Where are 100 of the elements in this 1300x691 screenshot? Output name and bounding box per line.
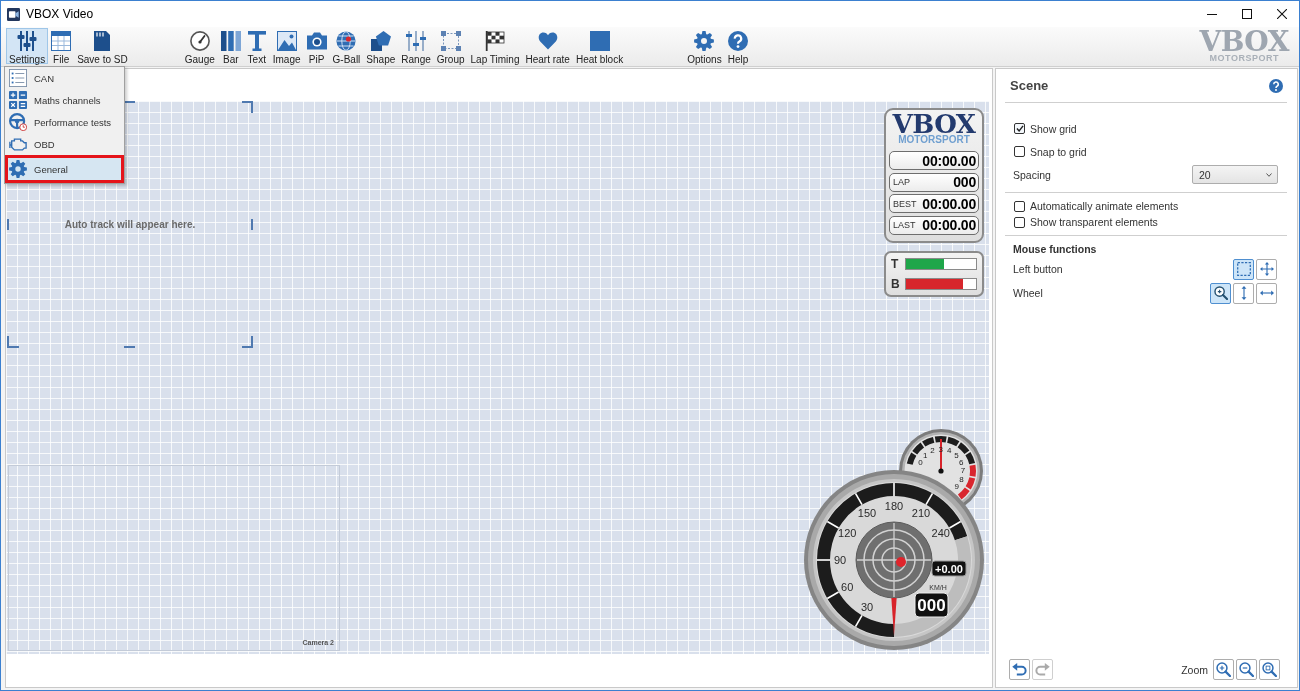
zoom-out-button[interactable] (1236, 659, 1257, 680)
checkbox[interactable] (1014, 216, 1025, 228)
scale-label: 3 (938, 444, 944, 454)
shape-button[interactable]: Shape (363, 28, 399, 64)
logo-subtitle: MOTORSPORT (1209, 54, 1279, 63)
heart-icon (537, 31, 558, 51)
window-icon (51, 31, 72, 51)
scale-label: 30 (860, 600, 874, 613)
file-button[interactable]: File (48, 28, 75, 64)
pedal-label: B (891, 277, 900, 291)
letter-t-icon (246, 31, 267, 51)
field-label: Wheel (1013, 287, 1043, 299)
menu-item[interactable]: Maths channels (5, 89, 124, 111)
save-to-sd-button[interactable]: Save to SD (74, 28, 131, 64)
scale-label: 120 (838, 527, 857, 539)
timer-value: 00:00.00 (922, 153, 976, 168)
menu-item[interactable]: General (5, 155, 124, 183)
checkbox-label: Automatically animate elements (1030, 200, 1179, 212)
edge-mark (123, 101, 136, 103)
checkbox[interactable] (1014, 200, 1025, 212)
group-button[interactable]: Group (433, 28, 468, 64)
zoom-label: Zoom (1181, 663, 1208, 676)
image-icon (276, 31, 297, 51)
g-ball-button[interactable]: G-Ball (329, 28, 364, 64)
scale-label: 8 (959, 474, 964, 484)
checkbox[interactable] (1014, 146, 1025, 157)
delta-readout: +0.00 (931, 560, 967, 577)
edge-mark (123, 346, 136, 348)
redo-icon (1035, 663, 1050, 676)
lap-timing-button[interactable]: Lap Timing (467, 28, 523, 64)
scale-label: 60 (841, 581, 854, 593)
scale-label: 9 (954, 481, 959, 491)
scale-label: 150 (857, 507, 877, 520)
text-button[interactable]: Text (243, 28, 270, 64)
engine-icon (9, 137, 27, 151)
window-title: VBOX Video (26, 7, 94, 21)
move-tool-button[interactable] (1256, 258, 1277, 280)
sliders-icon (17, 31, 38, 51)
magnifier-icon (1213, 286, 1228, 300)
steering-wheel-icon (9, 113, 27, 131)
field-label: Spacing (1013, 168, 1051, 181)
gauge-button[interactable]: Gauge (181, 28, 218, 64)
speed-readout: 000 (914, 592, 949, 618)
row-label: LAST (893, 220, 916, 230)
row-label: BEST (893, 198, 917, 209)
scale-label: 90 (833, 554, 847, 566)
scale-label: 0 (918, 458, 923, 468)
scale-label: 4 (947, 446, 952, 456)
zoom-fit-button[interactable] (1259, 659, 1280, 680)
panel-title: Scene (1010, 78, 1049, 93)
sd-card-icon (92, 31, 113, 51)
section-heading: Mouse functions (1013, 243, 1097, 255)
gauge-icon (189, 31, 210, 51)
zoom-in-button[interactable] (1213, 659, 1234, 680)
scale-label: 5 (954, 450, 959, 460)
menu-item[interactable]: Performance tests (5, 111, 124, 133)
group-icon (440, 31, 461, 51)
pip-button[interactable]: PiP (303, 28, 330, 64)
select-tool-button[interactable] (1233, 258, 1254, 280)
move-icon (1259, 262, 1274, 276)
options-button[interactable]: Options (684, 28, 725, 64)
checkbox-label: Show transparent elements (1030, 216, 1158, 228)
dropdown[interactable]: 20 (1192, 165, 1278, 184)
checkbox-label: Snap to grid (1030, 145, 1087, 158)
checkbox[interactable] (1014, 123, 1025, 134)
undo-button[interactable] (1009, 659, 1030, 680)
zoom-fit-icon (1262, 662, 1277, 677)
row-label: LAP (893, 177, 910, 187)
horizontal-arrow-icon (1259, 290, 1274, 296)
close-icon (1276, 9, 1287, 19)
menu-item[interactable]: OBD (5, 133, 124, 155)
app-icon (7, 7, 20, 21)
help-icon[interactable] (1269, 78, 1283, 93)
dashed-rectangle-icon (1236, 262, 1251, 276)
heat-block-button[interactable]: Heat block (572, 28, 627, 64)
undo-icon (1012, 663, 1027, 676)
range-icon (406, 31, 426, 51)
columns-icon (220, 31, 241, 51)
timer-value: 00:00.00 (922, 218, 976, 232)
bar-button[interactable]: Bar (217, 28, 244, 64)
scale-label: 1 (923, 451, 928, 461)
menu-item[interactable]: CAN (5, 67, 124, 89)
zoom-in-icon (1216, 662, 1231, 677)
heart-rate-button[interactable]: Heart rate (522, 28, 573, 64)
image-button[interactable]: Image (269, 28, 304, 64)
horizontal-scroll-button[interactable] (1256, 282, 1277, 304)
help-button[interactable]: Help (724, 28, 752, 64)
zoom-tool-button[interactable] (1210, 282, 1231, 304)
zoom-out-icon (1239, 662, 1254, 677)
range-button[interactable]: Range (398, 28, 434, 64)
settings-button[interactable]: Settings (6, 28, 49, 64)
scale-label: 7 (960, 466, 966, 476)
help-icon (727, 31, 748, 51)
minimize-icon (1206, 13, 1217, 15)
caret-icon (1266, 172, 1272, 177)
edge-mark (251, 218, 253, 231)
timer-value: 000 (953, 175, 976, 189)
globe-icon (336, 31, 357, 51)
placeholder-text: Auto track will appear here. (64, 219, 196, 230)
checkered-flag-icon (485, 31, 505, 51)
